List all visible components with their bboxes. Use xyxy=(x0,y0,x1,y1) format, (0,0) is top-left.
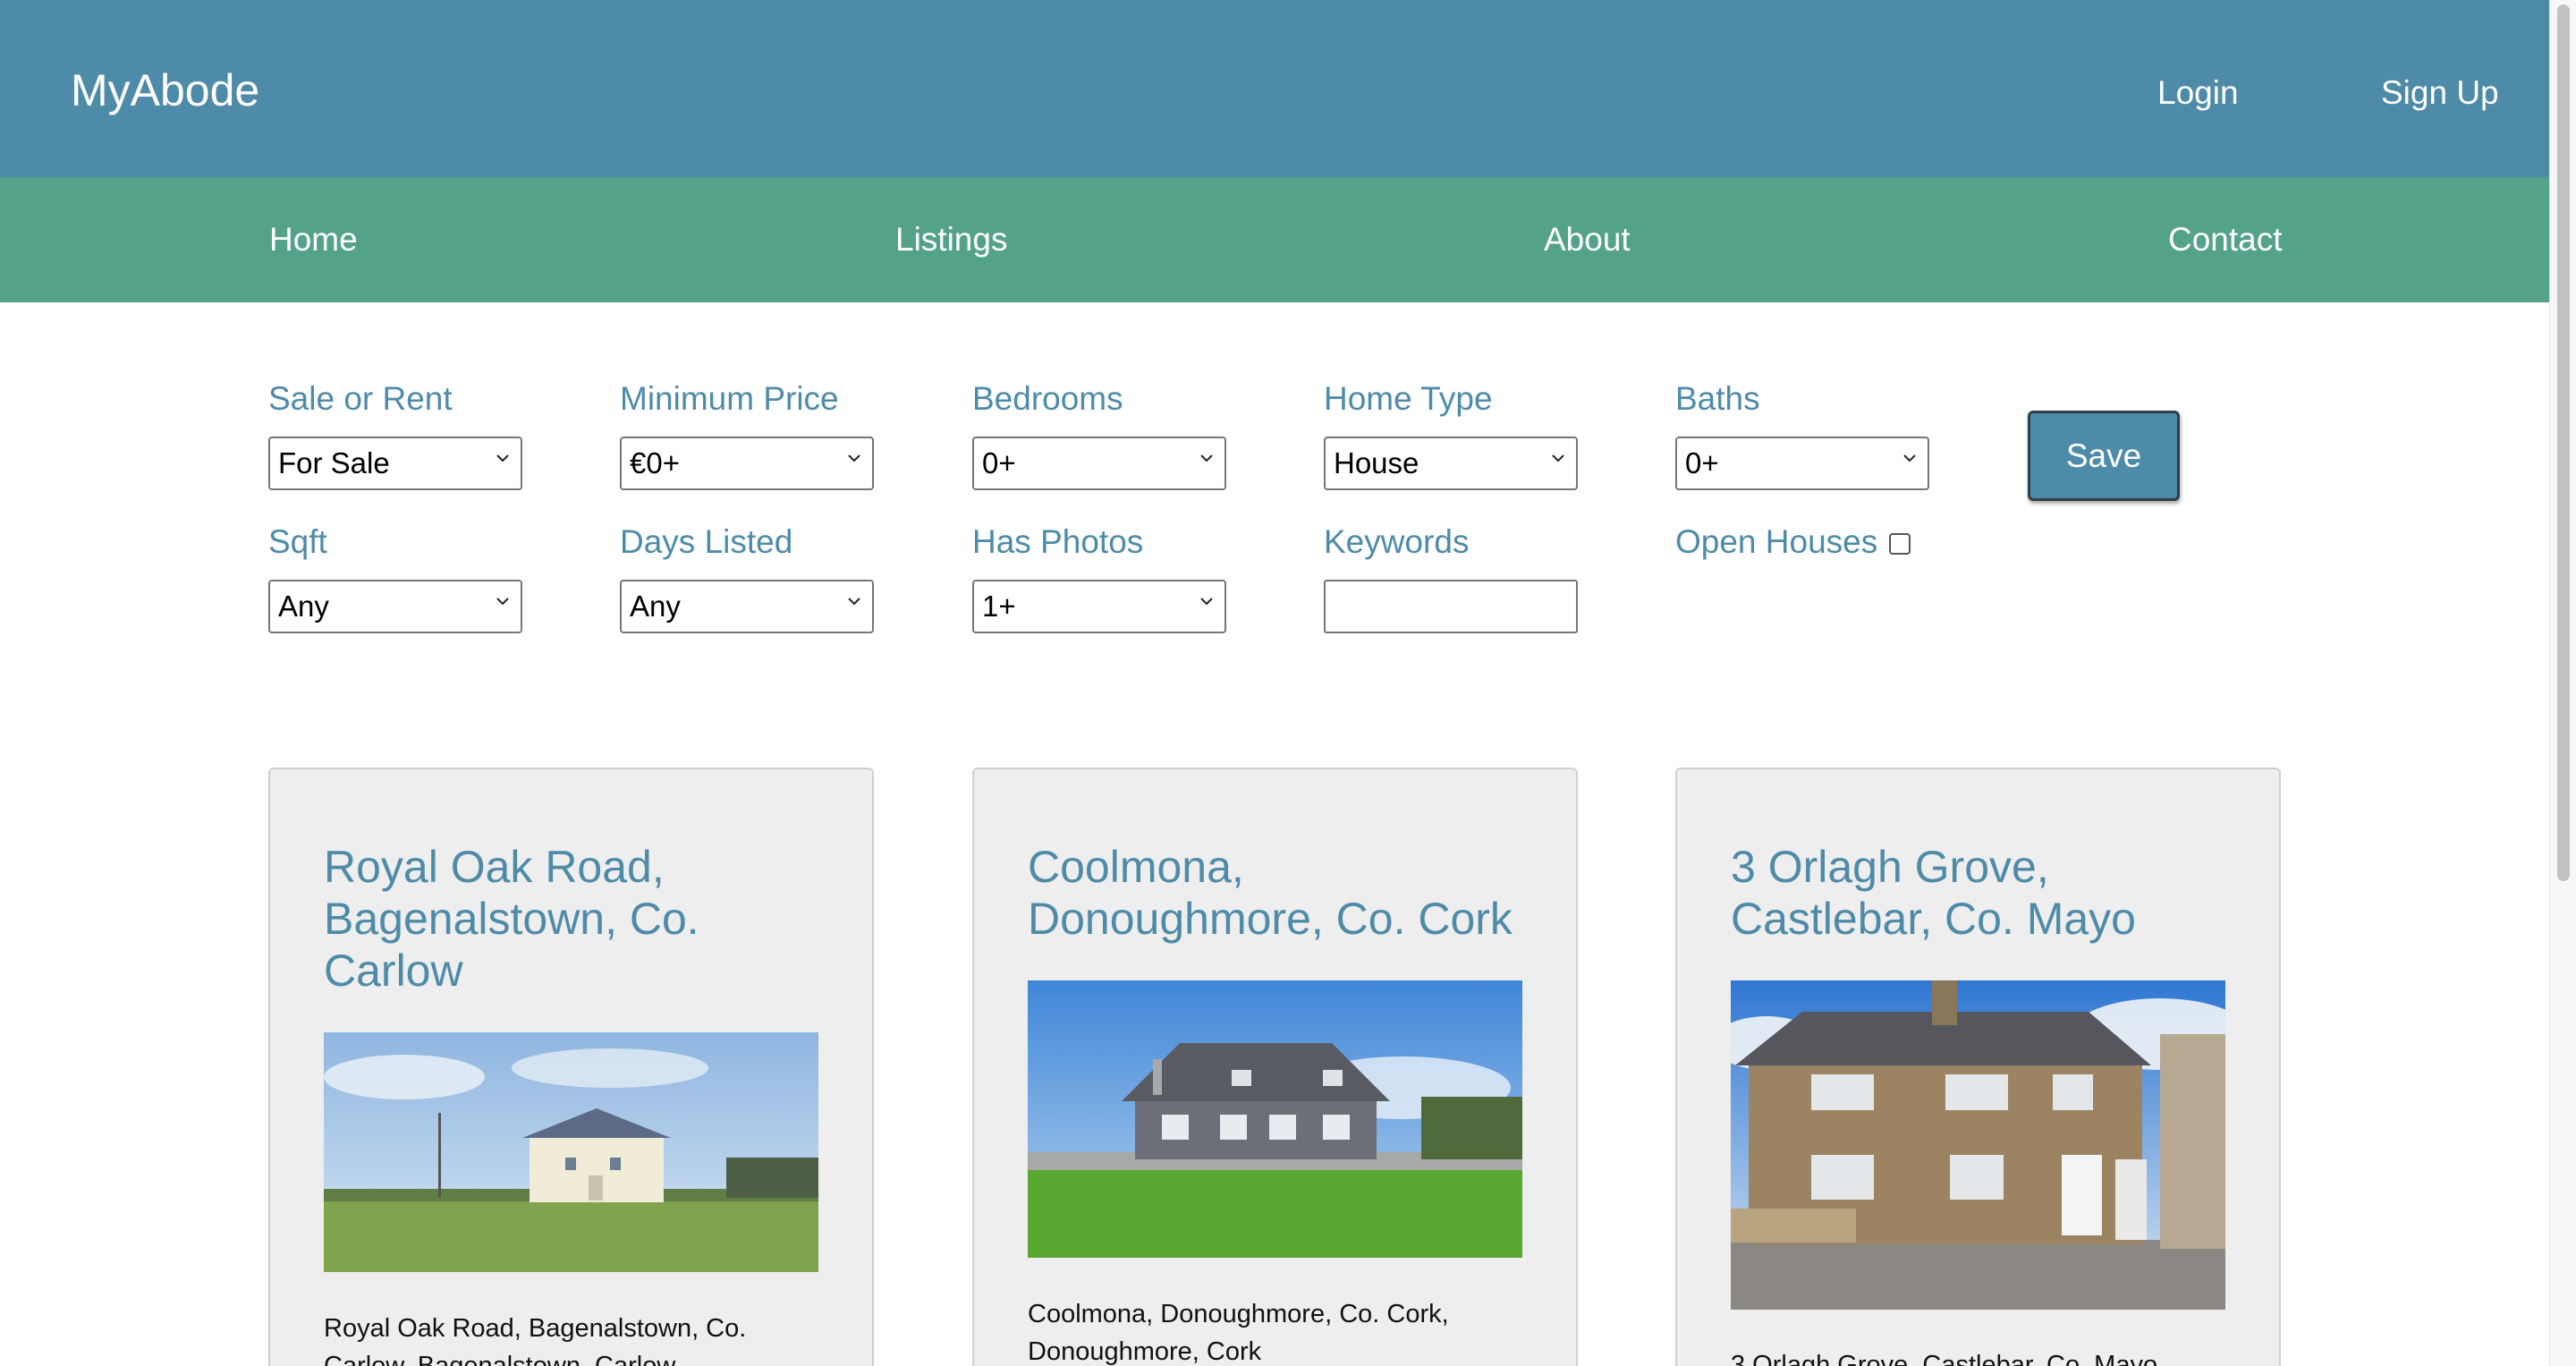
open-houses-label: Open Houses xyxy=(1675,523,1878,560)
sale-or-rent-label: Sale or Rent xyxy=(268,380,453,417)
chevron-down-icon xyxy=(1552,454,1564,462)
sqft-label: Sqft xyxy=(268,523,327,560)
main-nav: Home Listings About Contact xyxy=(0,177,2549,302)
chevron-down-icon xyxy=(1903,454,1916,462)
listing-description: Royal Oak Road, Bagenalstown, Co. Carlow… xyxy=(324,1314,747,1366)
keywords-label: Keywords xyxy=(1324,523,1470,560)
home-type-select[interactable]: House xyxy=(1324,437,1578,490)
days-listed-label: Days Listed xyxy=(620,523,793,560)
min-price-select[interactable]: €0+ xyxy=(620,437,874,490)
bedrooms-select[interactable]: 0+ xyxy=(972,437,1226,490)
nav-item-contact[interactable]: Contact xyxy=(2168,221,2283,259)
page-scrollbar[interactable] xyxy=(2549,0,2576,1366)
listing-photo[interactable] xyxy=(1731,980,2225,1310)
min-price-value: €0+ xyxy=(630,446,680,479)
min-price-label: Minimum Price xyxy=(620,380,839,417)
site-logo[interactable]: MyAbode xyxy=(71,64,259,116)
baths-select[interactable]: 0+ xyxy=(1675,437,1929,490)
sale-or-rent-select[interactable]: For Sale xyxy=(268,437,522,490)
listing-title[interactable]: Coolmona, Donoughmore, Co. Cork xyxy=(1028,841,1529,945)
open-houses-checkbox[interactable] xyxy=(1889,533,1911,555)
has-photos-label: Has Photos xyxy=(972,523,1144,560)
login-link[interactable]: Login xyxy=(2157,74,2239,112)
chevron-down-icon xyxy=(848,454,860,462)
baths-value: 0+ xyxy=(1685,446,1719,479)
listing-card[interactable]: Royal Oak Road, Bagenalstown, Co. Carlow… xyxy=(268,768,874,1366)
listing-photo[interactable] xyxy=(1028,980,1522,1258)
listing-card[interactable]: Coolmona, Donoughmore, Co. Cork Coolmona… xyxy=(972,768,1578,1366)
save-button[interactable]: Save xyxy=(2028,411,2180,501)
has-photos-select[interactable]: 1+ xyxy=(972,580,1226,633)
scrollbar-thumb[interactable] xyxy=(2557,4,2570,881)
days-listed-select[interactable]: Any xyxy=(620,580,874,633)
nav-item-listings[interactable]: Listings xyxy=(895,221,1007,259)
nav-item-home[interactable]: Home xyxy=(269,221,358,259)
sqft-value: Any xyxy=(278,590,329,623)
keywords-input[interactable] xyxy=(1324,580,1578,633)
nav-item-about[interactable]: About xyxy=(1544,221,1631,259)
sale-or-rent-value: For Sale xyxy=(278,446,390,479)
chevron-down-icon xyxy=(496,598,509,606)
home-type-value: House xyxy=(1334,446,1419,479)
bedrooms-label: Bedrooms xyxy=(972,380,1123,417)
listing-photo[interactable] xyxy=(324,1032,818,1272)
listing-description: Coolmona, Donoughmore, Co. Cork, Donough… xyxy=(1028,1300,1449,1366)
days-listed-value: Any xyxy=(630,590,681,623)
chevron-down-icon xyxy=(848,598,860,606)
listing-title[interactable]: Royal Oak Road, Bagenalstown, Co. Carlow xyxy=(324,841,825,997)
signup-link[interactable]: Sign Up xyxy=(2381,74,2499,112)
chevron-down-icon xyxy=(1200,598,1213,606)
bedrooms-value: 0+ xyxy=(982,446,1016,479)
has-photos-value: 1+ xyxy=(982,590,1016,623)
baths-label: Baths xyxy=(1675,380,1760,417)
chevron-down-icon xyxy=(1200,454,1213,462)
top-header: MyAbode Login Sign Up xyxy=(0,0,2549,177)
home-type-label: Home Type xyxy=(1324,380,1493,417)
chevron-down-icon xyxy=(496,454,509,462)
sqft-select[interactable]: Any xyxy=(268,580,522,633)
listing-card[interactable]: 3 Orlagh Grove, Castlebar, Co. Mayo 3 Or… xyxy=(1675,768,2281,1366)
listing-title[interactable]: 3 Orlagh Grove, Castlebar, Co. Mayo xyxy=(1731,841,2232,945)
listing-description: 3 Orlagh Grove, Castlebar, Co. Mayo xyxy=(1731,1351,2158,1366)
